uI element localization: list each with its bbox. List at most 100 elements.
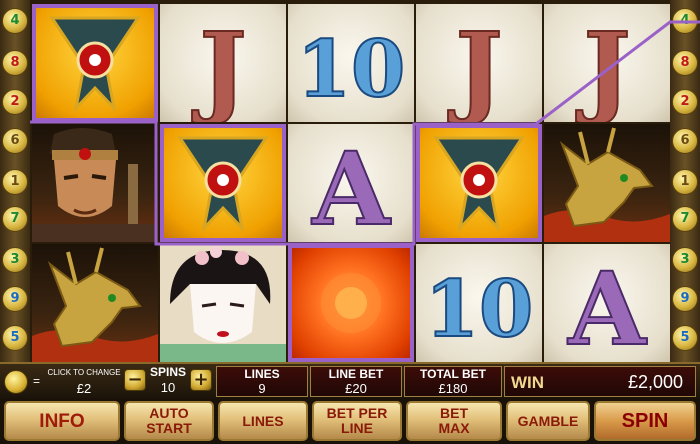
payline-indicator-right-5[interactable]: 1 [672,169,698,195]
coin-value: £2 [76,381,92,396]
spins-plus-button[interactable]: + [190,369,212,391]
reel-3-row-2-symbol: A [288,124,414,242]
payline-number: 2 [10,94,20,109]
payline-number: 9 [680,291,690,306]
letter-a-icon: A [310,129,392,242]
spin-button-label: SPIN [621,409,669,432]
reel-1-row-3-symbol [32,244,158,362]
geisha-icon [160,244,286,362]
shuriken-icon [177,136,269,233]
payline-number: 5 [10,330,20,345]
letter-a-glyph: A [567,250,647,362]
bet-max-button[interactable]: BET MAX [406,401,502,441]
payline-number: 2 [680,94,690,109]
number-10-icon: 10 [424,263,535,356]
reel-3-row-3-symbol [288,244,414,362]
payline-indicator-left-5[interactable]: 1 [2,169,28,195]
spin-button[interactable]: SPIN [594,401,696,441]
spins-value: 10 [160,380,176,395]
reel-4-row-3-symbol: 10 [416,244,542,362]
reel-5-row-1-symbol: J [544,4,670,122]
reel-1-row-1-symbol [32,4,158,122]
line-bet-value: £20 [345,381,367,396]
letter-j-glyph: J [447,10,502,122]
win-display: WIN £2,000 [504,366,696,397]
letter-j-glyph: J [575,10,630,122]
payline-number: 3 [680,252,690,267]
dragon-icon [544,127,670,242]
payline-indicator-left-7[interactable]: 3 [2,247,28,273]
payline-indicator-right-2[interactable]: 8 [672,50,698,76]
total-bet-display: TOTAL BET £180 [404,366,502,397]
payline-number: 8 [10,55,20,70]
coin-change-hint: CLICK TO CHANGE [47,368,121,377]
number-10-glyph: 10 [425,264,534,355]
payline-indicator-left-4[interactable]: 6 [2,128,28,154]
line-bet-label: LINE BET [328,367,384,381]
reel-2-row-1-symbol: J [160,4,286,122]
coin-equals: = [33,374,41,388]
payline-indicator-right-4[interactable]: 6 [672,128,698,154]
payline-number: 9 [10,291,20,306]
payline-indicator-left-2[interactable]: 8 [2,50,28,76]
gamble-button[interactable]: GAMBLE [506,401,590,441]
coin-icon [4,370,28,394]
right-payline-indicators: 4 8 2 6 1 7 3 9 5 [670,0,700,362]
gamble-button-label: GAMBLE [517,412,579,429]
payline-indicator-right-3[interactable]: 2 [672,89,698,115]
shuriken-icon [49,16,141,113]
auto-start-button-label: AUTO START [146,405,192,436]
total-bet-value: £180 [438,381,468,396]
bet-info-bar: = CLICK TO CHANGE £2 − SPINS 10 + LINES … [0,362,700,398]
lines-button[interactable]: LINES [218,401,308,441]
letter-j-icon: J [574,9,631,122]
reel-4-row-1-symbol: J [416,4,542,122]
payline-indicator-left-9[interactable]: 5 [2,325,28,351]
lines-label: LINES [244,367,280,381]
payline-indicator-left-1[interactable]: 4 [2,8,28,34]
letter-j-icon: J [190,9,247,122]
payline-number: 7 [680,211,690,226]
lines-button-label: LINES [242,412,284,429]
payline-number: 1 [10,174,20,189]
payline-number: 6 [680,133,690,148]
payline-indicator-right-9[interactable]: 5 [672,325,698,351]
spins-minus-button[interactable]: − [124,369,146,391]
bet-per-line-button[interactable]: BET PER LINE [312,401,402,441]
letter-a-icon: A [566,249,648,362]
payline-indicator-left-8[interactable]: 9 [2,286,28,312]
payline-number: 5 [680,330,690,345]
lines-display: LINES 9 [216,366,308,397]
letter-j-icon: J [446,9,503,122]
payline-number: 4 [680,13,690,28]
total-bet-label: TOTAL BET [420,367,486,381]
info-button[interactable]: INFO [4,401,120,441]
win-label: WIN [511,373,545,392]
number-10-icon: 10 [296,23,407,116]
payline-indicator-right-6[interactable]: 7 [672,206,698,232]
shuriken-icon [433,136,525,233]
auto-start-button[interactable]: AUTO START [124,401,214,441]
coin-selector[interactable]: = CLICK TO CHANGE £2 [4,366,121,397]
letter-a-glyph: A [311,130,391,242]
payline-indicator-right-8[interactable]: 9 [672,286,698,312]
reel-1-row-2-symbol [32,124,158,242]
lines-value: 9 [258,381,266,396]
payline-number: 6 [10,133,20,148]
number-10-glyph: 10 [297,24,406,115]
payline-indicator-right-7[interactable]: 3 [672,247,698,273]
spins-label: SPINS [149,365,186,379]
reel-2-row-3-symbol [160,244,286,362]
sun-icon [321,273,381,333]
payline-indicator-right-1[interactable]: 4 [672,8,698,34]
payline-number: 1 [680,174,690,189]
payline-indicator-left-3[interactable]: 2 [2,89,28,115]
minus-icon: − [127,369,143,390]
reel-5-row-3-symbol: A [544,244,670,362]
payline-indicator-left-6[interactable]: 7 [2,206,28,232]
reel-5-row-2-symbol [544,124,670,242]
dragon-icon [32,247,158,362]
letter-j-glyph: J [191,10,246,122]
payline-number: 8 [680,55,690,70]
payline-number: 3 [10,252,20,267]
